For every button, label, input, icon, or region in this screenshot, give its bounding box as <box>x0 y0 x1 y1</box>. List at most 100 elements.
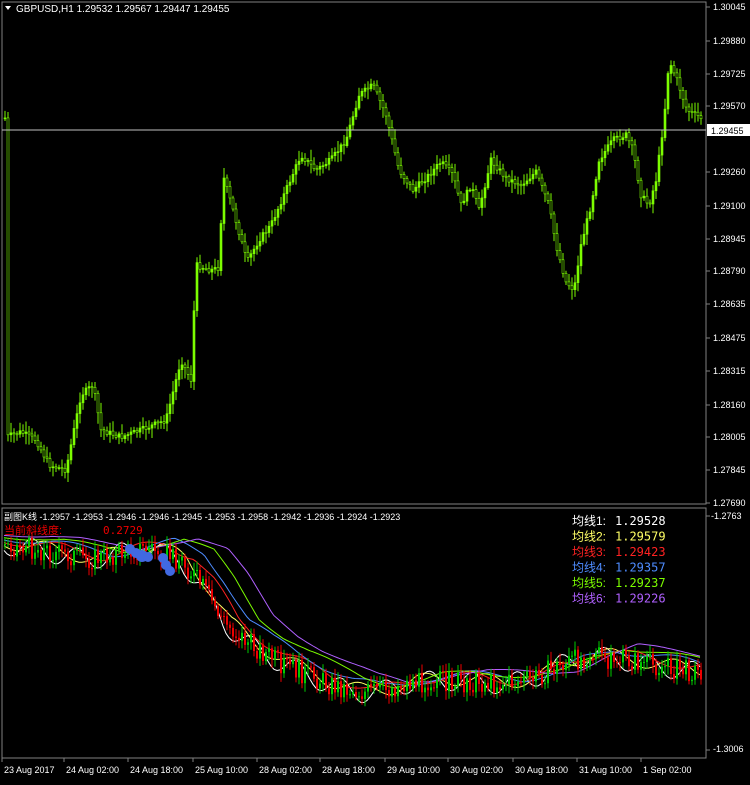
indicator-candle-body <box>457 672 459 687</box>
candle-body <box>276 208 280 218</box>
indicator-candle-body <box>427 687 429 691</box>
candle-body <box>237 222 241 236</box>
candle-body <box>312 163 316 170</box>
candle-body <box>291 174 295 183</box>
indicator-candle-body <box>553 669 555 674</box>
candle-body <box>543 184 547 195</box>
indicator-candle-body <box>202 578 204 585</box>
candle-body <box>315 168 319 170</box>
candle-body <box>6 117 10 436</box>
indicator-candle-body <box>40 550 42 561</box>
indicator-candle-body <box>376 683 378 688</box>
indicator-candle-body <box>118 544 120 551</box>
indicator-candle-body <box>154 544 156 551</box>
indicator-candle-body <box>670 658 672 674</box>
chart-canvas[interactable]: 1.30045 1.29880 1.29725 1.29570 1.29260 1.291… <box>0 0 750 780</box>
indicator-candle-body <box>361 696 363 699</box>
indicator-candle-body <box>148 547 150 552</box>
indicator-candle-body <box>580 657 582 670</box>
candle-body <box>507 176 511 183</box>
indicator-candle-body <box>451 671 453 690</box>
candle-body <box>333 151 337 156</box>
candle-body <box>78 402 82 414</box>
price-tick-label: 1.29260 <box>713 167 746 177</box>
candle-body <box>30 433 34 437</box>
indicator-candle-body <box>106 549 108 563</box>
candle-body <box>135 429 139 433</box>
candle-body <box>423 181 427 184</box>
indicator-candle-body <box>316 678 318 689</box>
candle-body <box>132 429 136 433</box>
indicator-candle-body <box>613 652 615 662</box>
time-axis-label: 29 Aug 10:00 <box>387 765 440 775</box>
candle-body <box>588 211 592 219</box>
price-tick-label: 1.29880 <box>713 36 746 46</box>
indicator-candle-body <box>397 686 399 697</box>
indicator-candle-body <box>586 665 588 668</box>
candle-body <box>282 193 286 205</box>
candle-body <box>402 174 406 179</box>
candle-body <box>309 160 313 165</box>
indicator-candle-body <box>385 681 387 690</box>
candle-body <box>108 430 112 435</box>
candle-body <box>606 144 610 152</box>
candle-body <box>69 444 73 461</box>
current-slope-label: 当前斜线度: <box>4 523 62 537</box>
indicator-candle-body <box>241 632 243 641</box>
candle-body <box>174 379 178 393</box>
indicator-candle-body <box>583 657 585 668</box>
indicator-candle-body <box>391 688 393 697</box>
indicator-candle-body <box>208 584 210 589</box>
indicator-candle-body <box>373 683 375 686</box>
candle-body <box>549 200 553 215</box>
indicator-candle-body <box>652 654 654 665</box>
candle-body <box>414 186 418 192</box>
ma-legend-value: 1.29226 <box>615 592 666 606</box>
indicator-candle-body <box>682 669 684 675</box>
indicator-candle-body <box>100 552 102 564</box>
candle-body <box>471 189 475 191</box>
candle-body <box>585 218 589 235</box>
indicator-candle-body <box>334 677 336 693</box>
candle-body <box>438 163 442 165</box>
candle-body <box>90 386 94 388</box>
indicator-candle-body <box>490 674 492 689</box>
candle-body <box>189 373 193 382</box>
indicator-candle-body <box>454 686 456 690</box>
indicator-candle-body <box>484 682 486 692</box>
candle-body <box>408 182 412 185</box>
indicator-candle-body <box>244 632 246 645</box>
indicator-candle-body <box>172 549 174 560</box>
indicator-candle-body <box>256 651 258 659</box>
indicator-candle-body <box>430 687 432 691</box>
indicator-candle-body <box>103 549 105 553</box>
ma-legend-value: 1.29237 <box>615 576 666 590</box>
candle-body <box>324 164 328 167</box>
candle-body <box>195 262 199 311</box>
candle-body <box>477 198 481 208</box>
candle-body <box>651 190 655 205</box>
candle-body <box>561 259 565 274</box>
indicator-candle-body <box>634 653 636 670</box>
candle-body <box>429 173 433 176</box>
candle-body <box>321 165 325 167</box>
candle-body <box>201 268 205 270</box>
candle-body <box>360 91 364 97</box>
indicator-candle-body <box>448 671 450 692</box>
candle-body <box>558 250 562 261</box>
candle-body <box>153 421 157 426</box>
candle-body <box>114 434 118 438</box>
indicator-candle-body <box>403 688 405 692</box>
candle-body <box>369 83 373 90</box>
candle-body <box>348 124 352 138</box>
indicator-candle-body <box>643 662 645 663</box>
indicator-candle-body <box>526 671 528 677</box>
indicator-candle-body <box>232 627 234 637</box>
candle-body <box>342 144 346 146</box>
indicator-candle-body <box>313 667 315 679</box>
indicator-candle-body <box>337 681 339 693</box>
collapse-arrow-icon[interactable] <box>5 6 11 10</box>
indicator-candle-body <box>487 682 489 689</box>
current-slope-value: 0.2729 <box>103 524 143 537</box>
indicator-candle-body <box>406 680 408 692</box>
